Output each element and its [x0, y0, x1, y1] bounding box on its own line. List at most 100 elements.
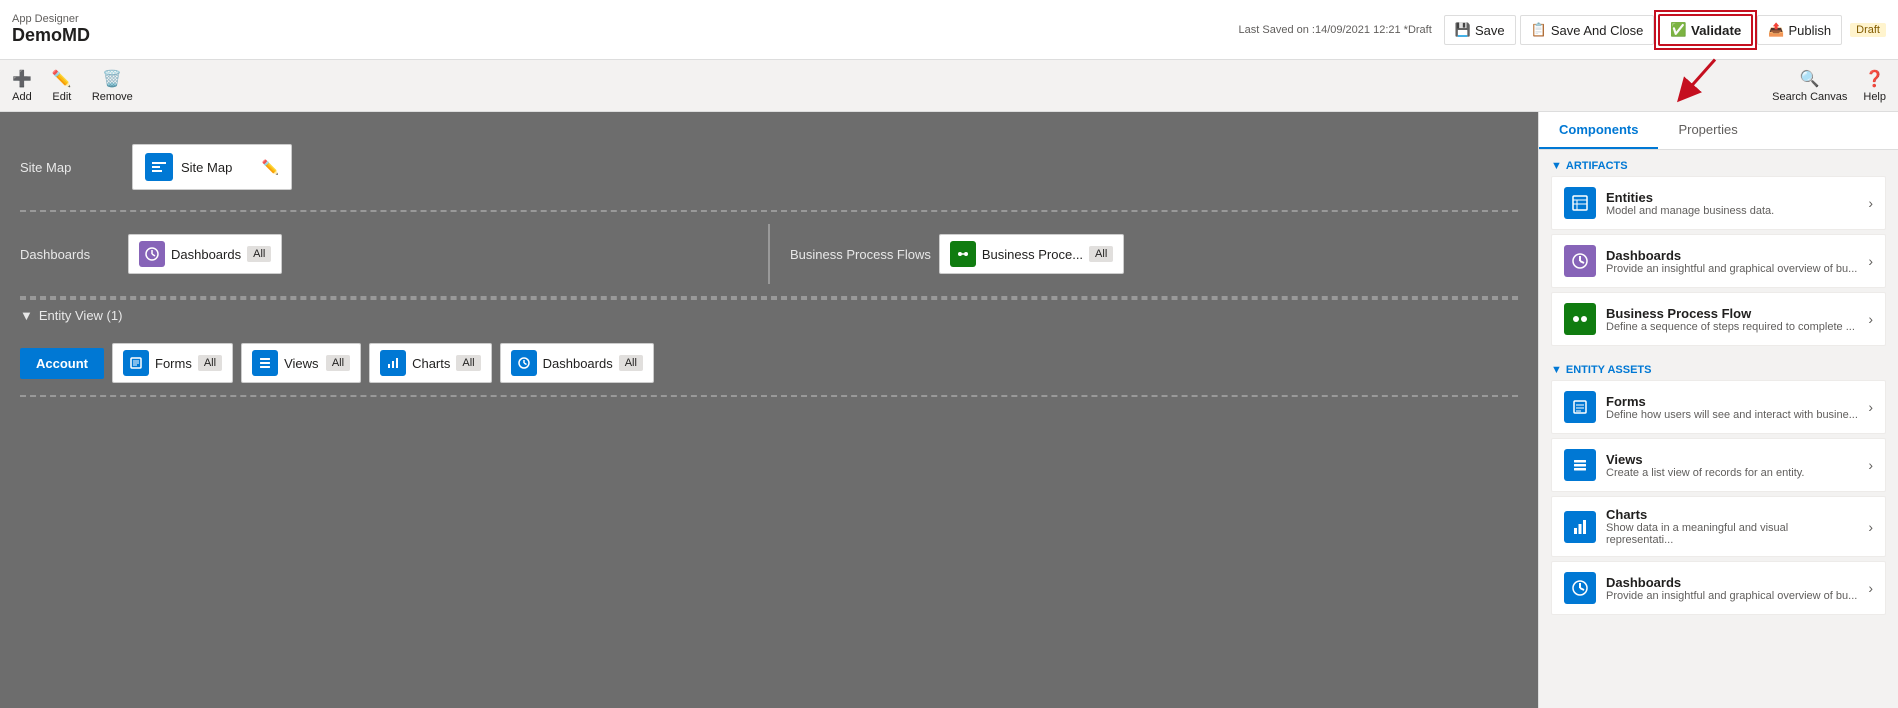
- account-button[interactable]: Account: [20, 348, 104, 379]
- bpf-panel-desc: Define a sequence of steps required to c…: [1606, 321, 1858, 333]
- edit-sitemap-icon[interactable]: ✏️: [262, 159, 279, 176]
- entity-dashboards-label: Dashboards: [543, 356, 613, 371]
- views-all-badge[interactable]: All: [326, 355, 350, 371]
- views-icon: [252, 350, 278, 376]
- add-button[interactable]: ➕ Add: [12, 69, 32, 103]
- artifacts-chevron-icon: ▼: [1551, 160, 1562, 172]
- sitemap-box[interactable]: Site Map ✏️: [132, 144, 292, 190]
- charts-panel-icon: [1564, 511, 1596, 543]
- dashboards-box[interactable]: Dashboards All: [128, 234, 282, 274]
- forms-all-badge[interactable]: All: [198, 355, 222, 371]
- panel-entities-item[interactable]: Entities Model and manage business data.…: [1551, 176, 1886, 230]
- sitemap-row-label: Site Map: [20, 160, 120, 175]
- save-label: Save: [1475, 23, 1505, 38]
- app-designer-label: App Designer: [12, 13, 90, 25]
- bpf-box[interactable]: Business Proce... All: [939, 234, 1124, 274]
- sitemap-box-label: Site Map: [181, 160, 254, 175]
- charts-box[interactable]: Charts All: [369, 343, 492, 383]
- tab-properties[interactable]: Properties: [1658, 112, 1757, 149]
- forms-panel-text: Forms Define how users will see and inte…: [1606, 394, 1858, 421]
- dashboards-section: Dashboards Dashboards All: [20, 234, 748, 274]
- search-canvas-label: Search Canvas: [1772, 91, 1847, 103]
- app-name: DemoMD: [12, 25, 90, 46]
- entity-assets: Forms All Views All Charts: [112, 343, 1518, 383]
- charts-panel-text: Charts Show data in a meaningful and vis…: [1606, 507, 1858, 546]
- forms-icon: [123, 350, 149, 376]
- validate-label: Validate: [1691, 23, 1741, 38]
- publish-button[interactable]: 📤 Publish: [1757, 15, 1842, 45]
- panel-forms-item[interactable]: Forms Define how users will see and inte…: [1551, 380, 1886, 434]
- dashboards-all-badge[interactable]: All: [247, 246, 271, 262]
- main-layout: Site Map Site Map ✏️ Dashboards Dashboar…: [0, 112, 1898, 708]
- entities-chevron-icon: ›: [1868, 195, 1873, 211]
- draft-badge: Draft: [1850, 23, 1886, 37]
- views-panel-desc: Create a list view of records for an ent…: [1606, 467, 1858, 479]
- add-icon: ➕: [12, 69, 32, 89]
- charts-all-badge[interactable]: All: [456, 355, 480, 371]
- help-button[interactable]: ❓ Help: [1863, 69, 1886, 103]
- ea-dashboards-panel-icon: [1564, 572, 1596, 604]
- entity-assets-section: ▼ ENTITY ASSETS Forms Define how users w…: [1539, 354, 1898, 623]
- help-label: Help: [1863, 91, 1886, 103]
- save-button[interactable]: 💾 Save: [1444, 15, 1516, 45]
- ea-dashboards-panel-title: Dashboards: [1606, 575, 1858, 590]
- add-label: Add: [12, 91, 32, 103]
- help-icon: ❓: [1865, 69, 1885, 89]
- panel-tabs: Components Properties: [1539, 112, 1898, 150]
- remove-button[interactable]: 🗑️ Remove: [92, 69, 133, 103]
- charts-panel-title: Charts: [1606, 507, 1858, 522]
- panel-ea-dashboards-item[interactable]: Dashboards Provide an insightful and gra…: [1551, 561, 1886, 615]
- bpf-row-label: Business Process Flows: [790, 247, 931, 262]
- charts-chevron-icon: ›: [1868, 519, 1873, 535]
- save-and-close-label: Save And Close: [1551, 23, 1644, 38]
- toolbar-right: 🔍 Search Canvas ❓ Help: [1772, 69, 1886, 103]
- bpf-icon: [950, 241, 976, 267]
- panel-views-item[interactable]: Views Create a list view of records for …: [1551, 438, 1886, 492]
- canvas-area[interactable]: Site Map Site Map ✏️ Dashboards Dashboar…: [0, 112, 1538, 708]
- panel-charts-item[interactable]: Charts Show data in a meaningful and vis…: [1551, 496, 1886, 557]
- bpf-chevron-icon: ›: [1868, 311, 1873, 327]
- validate-wrapper: ✅ Validate: [1658, 14, 1753, 46]
- edit-button[interactable]: ✏️ Edit: [52, 69, 72, 103]
- right-panel: Components Properties ▼ ARTIFACTS Entiti…: [1538, 112, 1898, 708]
- forms-panel-icon: [1564, 391, 1596, 423]
- validate-button[interactable]: ✅ Validate: [1658, 14, 1753, 46]
- bpf-all-badge[interactable]: All: [1089, 246, 1113, 262]
- bpf-panel-icon: [1564, 303, 1596, 335]
- save-and-close-button[interactable]: 📋 Save And Close: [1520, 15, 1655, 45]
- dashboards-panel-icon: [1564, 245, 1596, 277]
- views-panel-text: Views Create a list view of records for …: [1606, 452, 1858, 479]
- dashboards-row-label: Dashboards: [20, 247, 120, 262]
- forms-panel-title: Forms: [1606, 394, 1858, 409]
- charts-icon: [380, 350, 406, 376]
- entity-row: Account Forms All Views All: [20, 331, 1518, 397]
- forms-label: Forms: [155, 356, 192, 371]
- entity-assets-chevron-icon: ▼: [1551, 364, 1562, 376]
- panel-bpf-item[interactable]: Business Process Flow Define a sequence …: [1551, 292, 1886, 346]
- entity-dashboards-icon: [511, 350, 537, 376]
- bpf-panel-text: Business Process Flow Define a sequence …: [1606, 306, 1858, 333]
- entity-dashboards-box[interactable]: Dashboards All: [500, 343, 654, 383]
- artifacts-title: ▼ ARTIFACTS: [1551, 160, 1886, 172]
- publish-label: Publish: [1789, 23, 1832, 38]
- dashboards-bpf-row: Dashboards Dashboards All Business Proce…: [20, 210, 1518, 298]
- forms-panel-desc: Define how users will see and interact w…: [1606, 409, 1858, 421]
- dashboards-panel-title: Dashboards: [1606, 248, 1858, 263]
- bpf-section: Business Process Flows Business Proce...…: [790, 234, 1518, 274]
- edit-label: Edit: [52, 91, 71, 103]
- entity-dashboards-all-badge[interactable]: All: [619, 355, 643, 371]
- tab-components[interactable]: Components: [1539, 112, 1658, 149]
- dashboards-box-label: Dashboards: [171, 247, 241, 262]
- save-close-icon: 📋: [1531, 22, 1547, 38]
- ea-dashboards-panel-text: Dashboards Provide an insightful and gra…: [1606, 575, 1858, 602]
- app-title-area: App Designer DemoMD: [12, 13, 90, 46]
- ea-dashboards-chevron-icon: ›: [1868, 580, 1873, 596]
- top-bar: App Designer DemoMD Last Saved on :14/09…: [0, 0, 1898, 60]
- sitemap-row: Site Map Site Map ✏️: [20, 132, 1518, 202]
- panel-dashboards-artifact-item[interactable]: Dashboards Provide an insightful and gra…: [1551, 234, 1886, 288]
- chevron-down-icon: ▼: [20, 308, 33, 323]
- validate-icon: ✅: [1670, 22, 1687, 38]
- views-box[interactable]: Views All: [241, 343, 361, 383]
- search-canvas-button[interactable]: 🔍 Search Canvas: [1772, 69, 1847, 103]
- forms-box[interactable]: Forms All: [112, 343, 233, 383]
